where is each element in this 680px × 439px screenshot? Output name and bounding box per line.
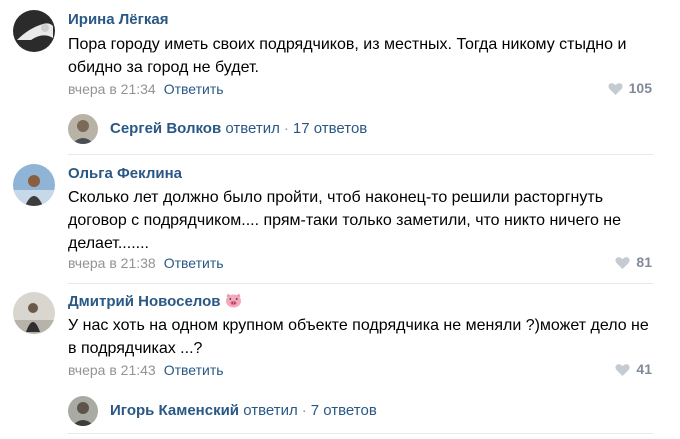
avatar[interactable] — [13, 292, 55, 334]
thread-replied-label: ответил — [225, 120, 280, 137]
heart-icon — [615, 256, 630, 269]
comment-text: У нас хоть на одном крупном объекте подр… — [68, 317, 649, 357]
like-button[interactable]: 41 — [615, 361, 652, 377]
comment-time[interactable]: вчера в 21:34 — [68, 81, 156, 97]
heart-icon — [608, 82, 623, 95]
thread-count[interactable]: 7 ответов — [311, 402, 377, 419]
thread-author[interactable]: Игорь Каменский — [110, 402, 239, 419]
avatar — [68, 396, 98, 426]
pig-face-icon — [225, 293, 242, 312]
separator — [68, 154, 653, 155]
comment-meta: вчера в 21:38 Ответить — [68, 255, 224, 271]
comment-text: Сколько лет должно было пройти, чтоб нак… — [68, 189, 622, 252]
comment-text: Пора городу иметь своих подрядчиков, из … — [68, 36, 627, 76]
reply-button[interactable]: Ответить — [164, 81, 224, 97]
thread-replied-label: ответил — [243, 402, 298, 419]
comment-author[interactable]: Ирина Лёгкая — [68, 11, 168, 28]
separator — [68, 283, 653, 284]
like-button[interactable]: 105 — [608, 80, 652, 96]
thread-author[interactable]: Сергей Волков — [110, 120, 221, 137]
reply-button[interactable]: Ответить — [164, 255, 224, 271]
like-count: 105 — [628, 80, 652, 96]
avatar[interactable] — [13, 164, 55, 206]
comment-author-name: Дмитрий Новоселов — [68, 293, 221, 310]
comment-meta: вчера в 21:34 Ответить — [68, 81, 224, 97]
like-count: 81 — [636, 254, 652, 270]
comment-author[interactable]: Ольга Феклина — [68, 165, 182, 182]
like-button[interactable]: 81 — [615, 254, 652, 270]
avatar — [68, 114, 98, 144]
like-count: 41 — [636, 361, 652, 377]
separator — [68, 433, 653, 434]
heart-icon — [615, 363, 630, 376]
comment-time[interactable]: вчера в 21:43 — [68, 362, 156, 378]
thread-count[interactable]: 17 ответов — [293, 120, 367, 137]
comment-author[interactable]: Дмитрий Новоселов — [68, 293, 242, 312]
reply-button[interactable]: Ответить — [164, 362, 224, 378]
thread-dot: · — [301, 402, 307, 419]
avatar[interactable] — [13, 10, 55, 52]
comment-time[interactable]: вчера в 21:38 — [68, 255, 156, 271]
thread-dot: · — [283, 120, 289, 137]
comment-meta: вчера в 21:43 Ответить — [68, 362, 224, 378]
